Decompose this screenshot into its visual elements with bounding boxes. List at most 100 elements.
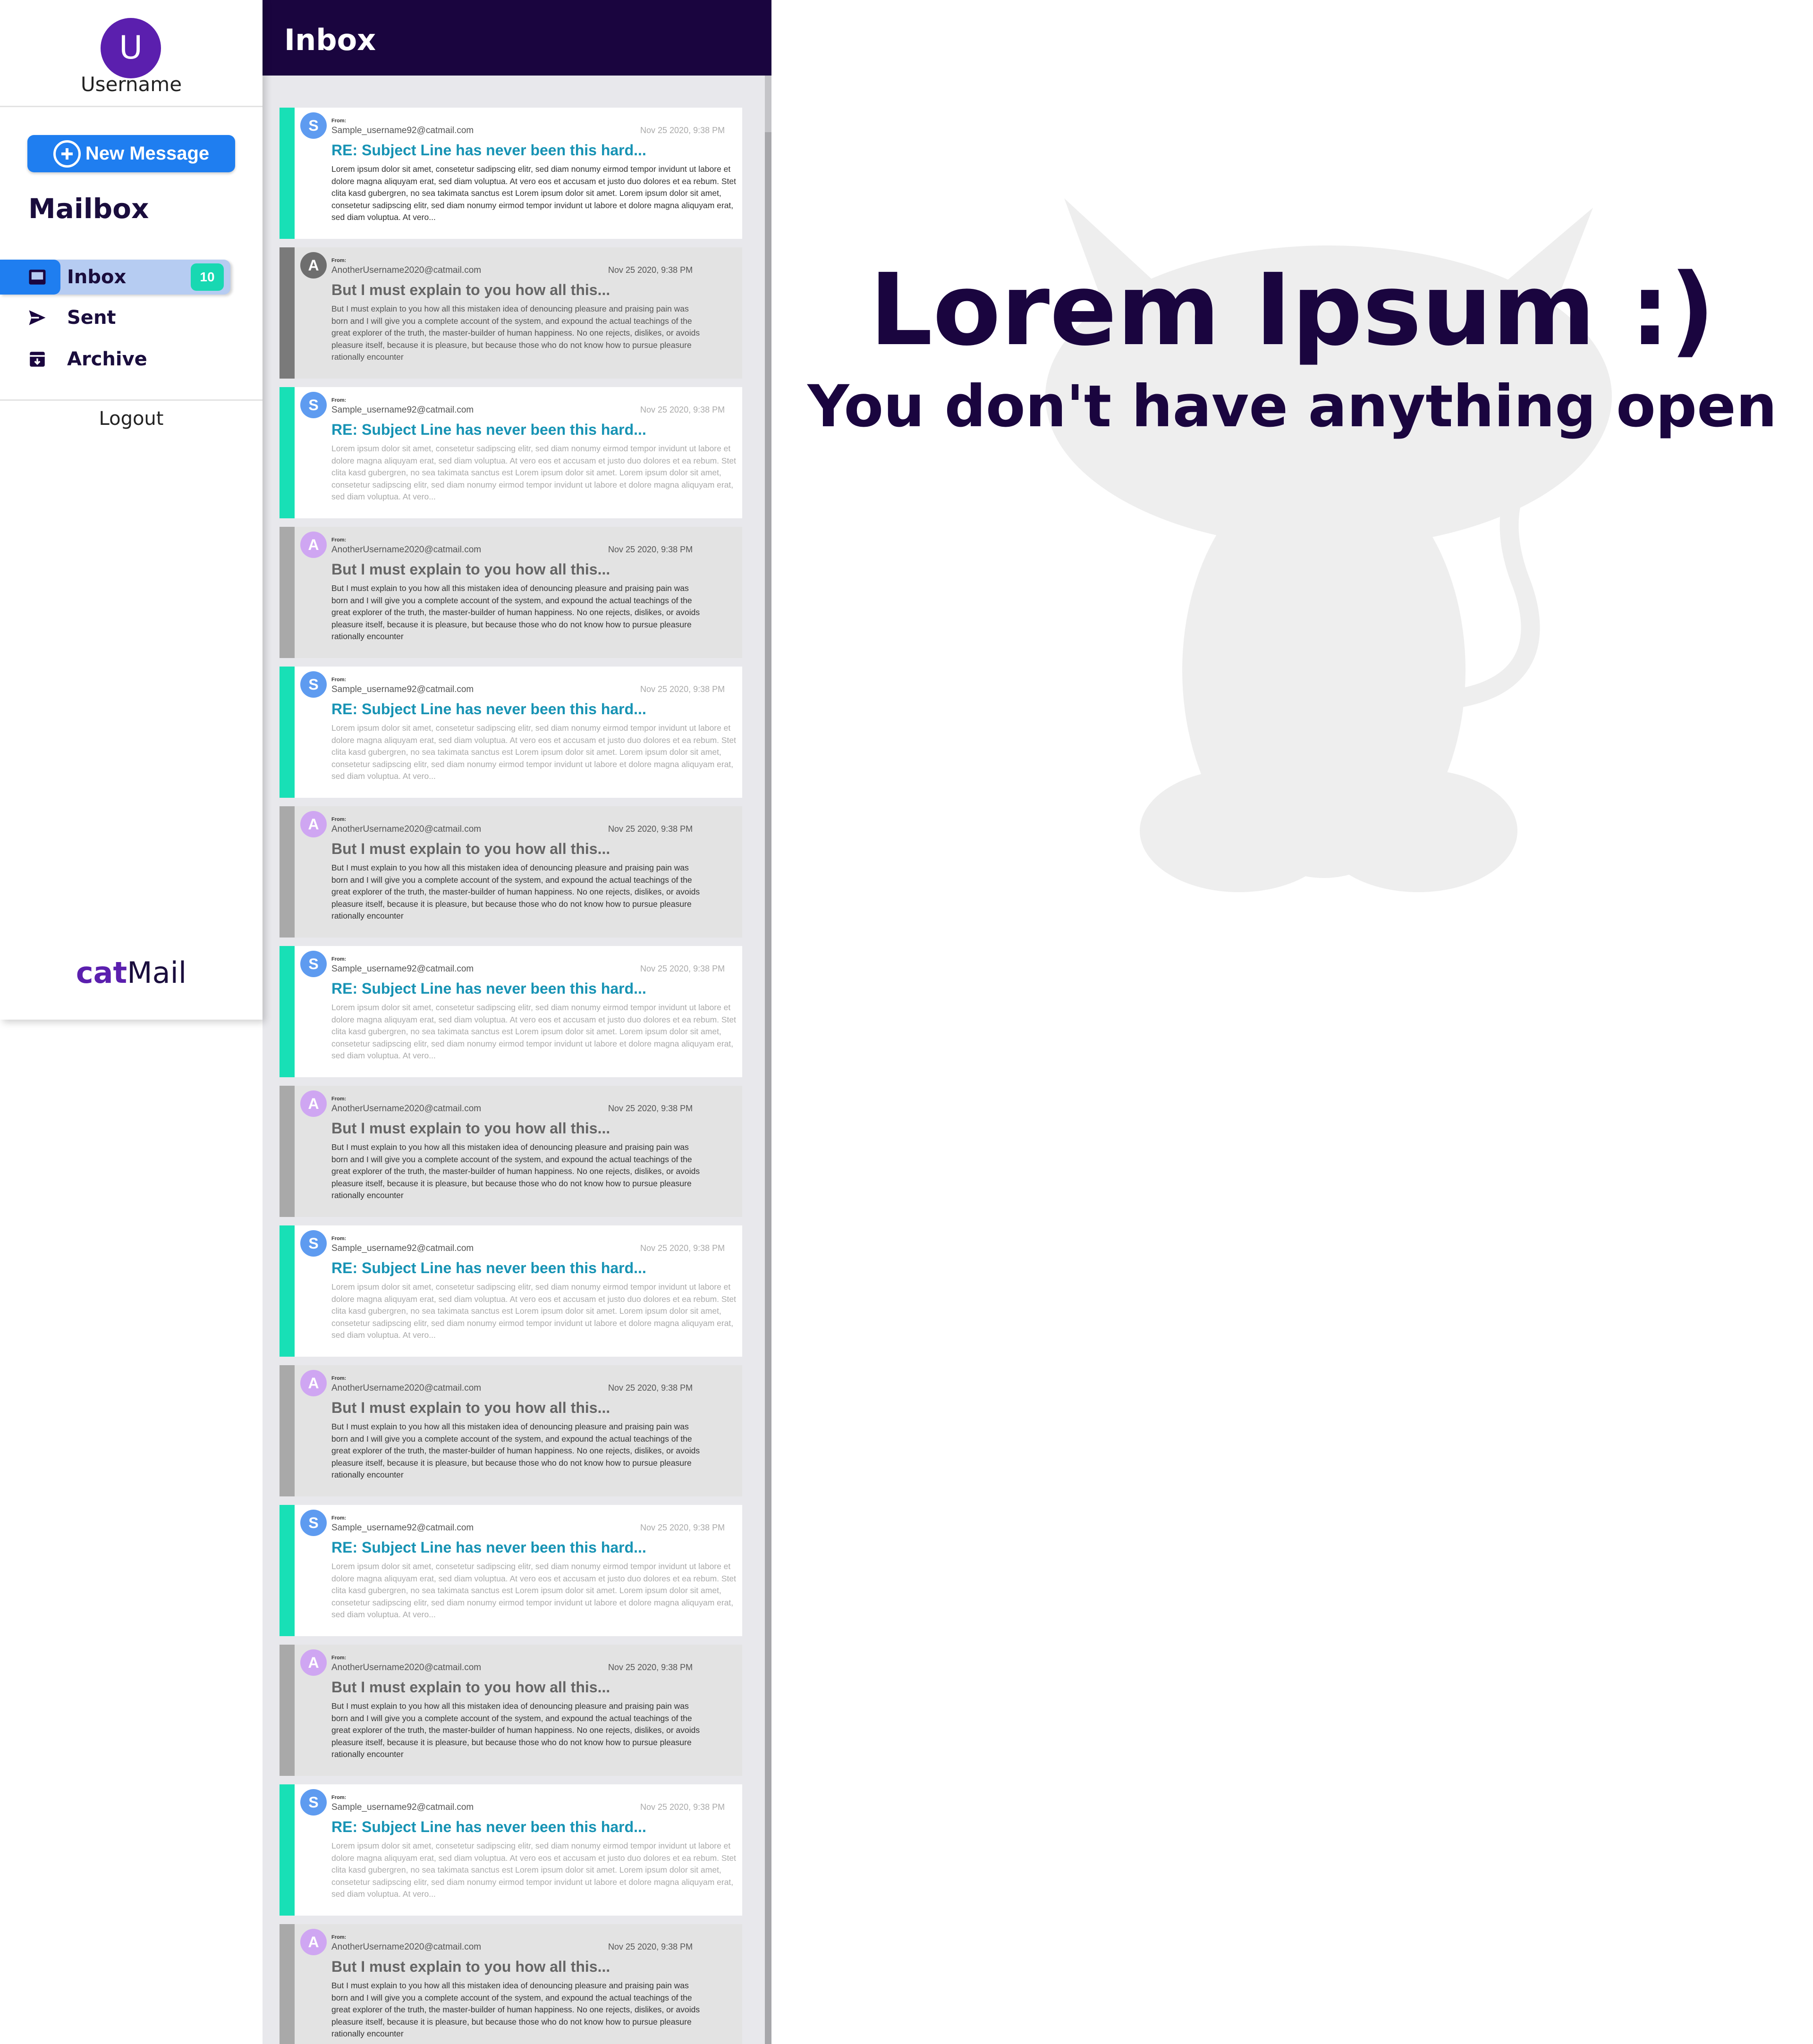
sender-avatar: S [300, 1510, 327, 1536]
message-date: Nov 25 2020, 9:38 PM [640, 684, 725, 694]
inbox-scrollbar[interactable] [765, 76, 771, 2044]
message-status-bar [280, 1784, 295, 1916]
sidebar-item-label: Archive [67, 348, 147, 370]
message-subject: RE: Subject Line has never been this har… [331, 701, 646, 718]
message-card[interactable]: S From: Sample_username92@catmail.com Nov 2… [280, 946, 742, 1077]
sidebar-item-inbox[interactable]: Inbox 10 [0, 260, 263, 295]
message-preview: Lorem ipsum dolor sit amet, consetetur s… [331, 164, 737, 222]
from-label: From: [331, 1376, 347, 1381]
message-status-bar [280, 806, 295, 938]
message-card[interactable]: A From: AnotherUsername2020@catmail.com Nov… [280, 247, 742, 379]
message-card[interactable]: A From: AnotherUsername2020@catmail.com Nov… [280, 806, 742, 938]
new-message-button[interactable]: New Message [27, 135, 235, 172]
logout-link[interactable]: Logout [0, 408, 263, 430]
message-card[interactable]: A From: AnotherUsername2020@catmail.com Nov… [280, 1924, 742, 2044]
message-card[interactable]: S From: Sample_username92@catmail.com Nov 2… [280, 667, 742, 798]
message-date: Nov 25 2020, 9:38 PM [640, 1802, 725, 1812]
message-status-bar [280, 387, 295, 518]
message-preview: Lorem ipsum dolor sit amet, consetetur s… [331, 1282, 737, 1340]
from-label: From: [331, 1934, 347, 1940]
message-subject: But I must explain to you how all this..… [331, 840, 610, 857]
sender-avatar: A [300, 1649, 327, 1676]
from-label: From: [331, 1096, 347, 1102]
message-date: Nov 25 2020, 9:38 PM [640, 1523, 725, 1532]
empty-state-subtitle: You don't have anything open [807, 373, 1777, 440]
message-status-bar [280, 1645, 295, 1776]
message-status-bar [280, 247, 295, 379]
message-subject: But I must explain to you how all this..… [331, 1399, 610, 1416]
sender-avatar: S [300, 671, 327, 698]
inbox-header: Inbox [263, 0, 771, 76]
user-avatar[interactable]: U [101, 18, 161, 78]
message-card[interactable]: A From: AnotherUsername2020@catmail.com Nov… [280, 527, 742, 658]
sender-email: AnotherUsername2020@catmail.com [331, 545, 482, 555]
send-icon [29, 310, 46, 325]
sender-avatar: S [300, 951, 327, 977]
message-subject: But I must explain to you how all this..… [331, 281, 610, 298]
sidebar-item-label: Sent [67, 307, 116, 329]
message-subject: RE: Subject Line has never been this har… [331, 1259, 646, 1276]
message-date: Nov 25 2020, 9:38 PM [608, 1663, 693, 1672]
message-status-bar [280, 108, 295, 239]
from-label: From: [331, 677, 347, 683]
message-preview: But I must explain to you how all this m… [331, 1142, 700, 1200]
message-card[interactable]: A From: AnotherUsername2020@catmail.com Nov… [280, 1365, 742, 1496]
brand-logo-rest: Mail [127, 955, 187, 990]
sender-email: AnotherUsername2020@catmail.com [331, 1104, 482, 1114]
message-date: Nov 25 2020, 9:38 PM [640, 126, 725, 135]
inbox-panel: Inbox S From: Sample_username92@catmail.co… [263, 0, 771, 2044]
message-status-bar [280, 1365, 295, 1496]
sender-email: Sample_username92@catmail.com [331, 684, 474, 694]
message-card[interactable]: S From: Sample_username92@catmail.com Nov 2… [280, 1505, 742, 1636]
from-label: From: [331, 118, 347, 124]
plus-circle-icon [53, 140, 81, 168]
message-card[interactable]: A From: AnotherUsername2020@catmail.com Nov… [280, 1645, 742, 1776]
message-subject: RE: Subject Line has never been this har… [331, 1539, 646, 1556]
empty-state-title: Lorem Ipsum :) [869, 252, 1715, 368]
new-message-label: New Message [85, 143, 210, 164]
message-preview: But I must explain to you how all this m… [331, 1701, 700, 1759]
message-subject: RE: Subject Line has never been this har… [331, 1818, 646, 1835]
message-subject: RE: Subject Line has never been this har… [331, 980, 646, 997]
message-card[interactable]: S From: Sample_username92@catmail.com Nov 2… [280, 387, 742, 518]
mailbox-heading: Mailbox [28, 193, 149, 225]
sender-avatar: A [300, 1090, 327, 1117]
message-date: Nov 25 2020, 9:38 PM [608, 545, 693, 554]
message-preview: Lorem ipsum dolor sit amet, consetetur s… [331, 1562, 737, 1619]
archive-icon [30, 352, 45, 367]
from-label: From: [331, 817, 347, 822]
sender-avatar: S [300, 112, 327, 139]
from-label: From: [331, 956, 347, 962]
message-preview: Lorem ipsum dolor sit amet, consetetur s… [331, 723, 737, 781]
username-label: Username [80, 73, 182, 96]
sender-avatar: A [300, 252, 327, 279]
message-card[interactable]: S From: Sample_username92@catmail.com Nov 2… [280, 108, 742, 239]
inbox-title: Inbox [284, 23, 376, 57]
sender-email: Sample_username92@catmail.com [331, 405, 474, 415]
message-card[interactable]: A From: AnotherUsername2020@catmail.com Nov… [280, 1086, 742, 1217]
sender-email: Sample_username92@catmail.com [331, 126, 474, 135]
message-preview: Lorem ipsum dolor sit amet, consetetur s… [331, 444, 737, 501]
message-status-bar [280, 667, 295, 798]
message-card[interactable]: S From: Sample_username92@catmail.com Nov 2… [280, 1225, 742, 1357]
message-preview: But I must explain to you how all this m… [331, 1981, 700, 2038]
sidebar: U Username New Message Mailbox Inbox 10 … [0, 0, 263, 1020]
message-date: Nov 25 2020, 9:38 PM [608, 1942, 693, 1951]
message-date: Nov 25 2020, 9:38 PM [640, 964, 725, 973]
sidebar-divider [0, 399, 263, 401]
sender-email: Sample_username92@catmail.com [331, 1243, 474, 1253]
sender-email: AnotherUsername2020@catmail.com [331, 1383, 482, 1393]
message-card[interactable]: S From: Sample_username92@catmail.com Nov 2… [280, 1784, 742, 1916]
sender-email: AnotherUsername2020@catmail.com [331, 1942, 482, 1952]
message-subject: RE: Subject Line has never been this har… [331, 421, 646, 438]
message-status-bar [280, 1086, 295, 1217]
sidebar-item-sent[interactable]: Sent [0, 300, 263, 335]
from-label: From: [331, 1515, 347, 1521]
sidebar-item-archive[interactable]: Archive [0, 342, 263, 377]
scrollbar-thumb[interactable] [765, 132, 771, 2044]
message-status-bar [280, 527, 295, 658]
message-preview: But I must explain to you how all this m… [331, 583, 700, 641]
sender-email: AnotherUsername2020@catmail.com [331, 265, 482, 275]
from-label: From: [331, 537, 347, 543]
unread-count-badge: 10 [191, 263, 224, 291]
